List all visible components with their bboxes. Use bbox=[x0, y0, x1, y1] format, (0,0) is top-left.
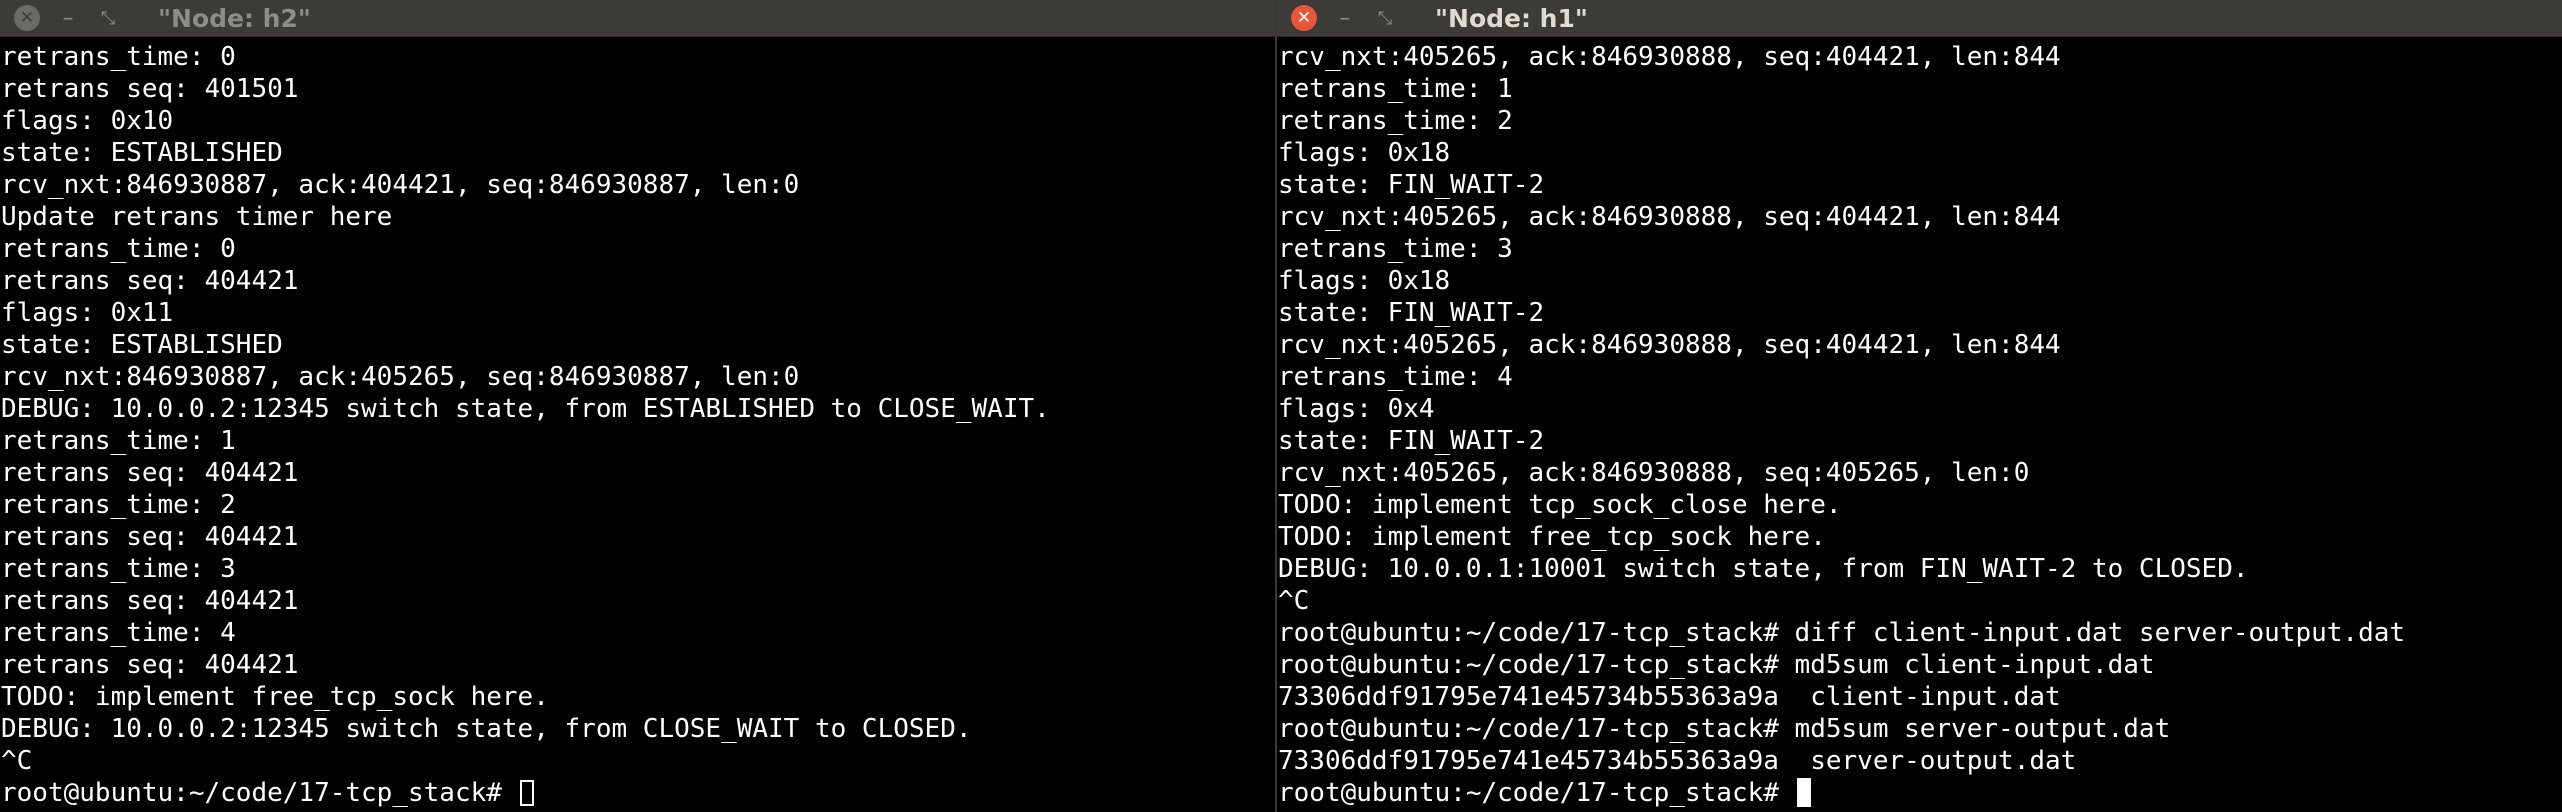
terminal-line: flags: 0x18 bbox=[1278, 138, 1451, 168]
terminal-line: retrans_time: 2 bbox=[1, 490, 236, 520]
terminal-line: Update retrans timer here bbox=[1, 202, 393, 232]
terminal-line: ^C bbox=[1, 746, 33, 776]
terminal-line: retrans seq: 404421 bbox=[1, 650, 299, 680]
terminal-line: ^C bbox=[1278, 586, 1310, 616]
terminal-line: retrans_time: 0 bbox=[1, 42, 236, 72]
terminal-line: rcv_nxt:846930887, ack:405265, seq:84693… bbox=[1, 362, 800, 392]
terminal-line: rcv_nxt:846930887, ack:404421, seq:84693… bbox=[1, 170, 800, 200]
terminal-line: state: FIN_WAIT-2 bbox=[1278, 170, 1545, 200]
prompt-line[interactable]: root@ubuntu:~/code/17-tcp_stack# bbox=[1278, 777, 2562, 809]
terminal-line: state: FIN_WAIT-2 bbox=[1278, 426, 1545, 456]
terminal-line: DEBUG: 10.0.0.1:10001 switch state, from… bbox=[1278, 554, 2249, 584]
terminal-line: flags: 0x18 bbox=[1278, 266, 1451, 296]
maximize-icon[interactable]: ⤡ bbox=[94, 4, 122, 32]
terminal-line: retrans seq: 404421 bbox=[1, 266, 299, 296]
shell-prompt: root@ubuntu:~/code/17-tcp_stack# bbox=[1278, 778, 1795, 808]
maximize-icon[interactable]: ⤡ bbox=[1371, 4, 1399, 32]
close-icon[interactable]: ✕ bbox=[1291, 5, 1317, 31]
terminal-line: flags: 0x10 bbox=[1, 106, 174, 136]
terminal-line: rcv_nxt:405265, ack:846930888, seq:40442… bbox=[1278, 330, 2061, 360]
terminal-window-h1[interactable]: ✕ – ⤡ "Node: h1" rcv_nxt:405265, ack:846… bbox=[1277, 0, 2562, 812]
text-cursor bbox=[519, 780, 534, 806]
terminal-window-h2[interactable]: ✕ – ⤡ "Node: h2" retrans_time: 0 retrans … bbox=[0, 0, 1275, 812]
terminal-line: DEBUG: 10.0.0.2:12345 switch state, from… bbox=[1, 394, 1050, 424]
terminal-line: rcv_nxt:405265, ack:846930888, seq:40442… bbox=[1278, 42, 2061, 72]
terminal-output[interactable]: rcv_nxt:405265, ack:846930888, seq:40442… bbox=[1277, 41, 2562, 812]
minimize-icon[interactable]: – bbox=[1331, 4, 1359, 32]
prompt-line[interactable]: root@ubuntu:~/code/17-tcp_stack# bbox=[1, 777, 1275, 809]
terminal-line: DEBUG: 10.0.0.2:12345 switch state, from… bbox=[1, 714, 972, 744]
terminal-line: TODO: implement tcp_sock_close here. bbox=[1278, 490, 1842, 520]
terminal-line: TODO: implement free_tcp_sock here. bbox=[1278, 522, 1826, 552]
close-icon[interactable]: ✕ bbox=[14, 5, 40, 31]
terminal-line: 73306ddf91795e741e45734b55363a9a client-… bbox=[1278, 682, 2061, 712]
terminal-line: retrans seq: 404421 bbox=[1, 458, 299, 488]
terminal-line: state: ESTABLISHED bbox=[1, 138, 283, 168]
desktop: ✕ – ⤡ "Node: h2" retrans_time: 0 retrans … bbox=[0, 0, 2562, 812]
terminal-line: flags: 0x11 bbox=[1, 298, 174, 328]
terminal-output[interactable]: retrans_time: 0 retrans seq: 401501 flags:… bbox=[0, 41, 1275, 812]
title-bar[interactable]: ✕ – ⤡ "Node: h1" bbox=[1277, 0, 2562, 37]
title-bar[interactable]: ✕ – ⤡ "Node: h2" bbox=[0, 0, 1275, 37]
terminal-line: retrans_time: 3 bbox=[1278, 234, 1513, 264]
terminal-line: retrans_time: 2 bbox=[1278, 106, 1513, 136]
terminal-line: root@ubuntu:~/code/17-tcp_stack# diff cl… bbox=[1278, 618, 2406, 648]
terminal-line: rcv_nxt:405265, ack:846930888, seq:40442… bbox=[1278, 202, 2061, 232]
terminal-line: retrans_time: 4 bbox=[1, 618, 236, 648]
terminal-line: state: ESTABLISHED bbox=[1, 330, 283, 360]
window-title: "Node: h2" bbox=[158, 3, 311, 33]
terminal-line: retrans seq: 401501 bbox=[1, 74, 299, 104]
terminal-line: retrans_time: 0 bbox=[1, 234, 236, 264]
terminal-line: retrans_time: 1 bbox=[1, 426, 236, 456]
terminal-line: retrans seq: 404421 bbox=[1, 586, 299, 616]
terminal-line: TODO: implement free_tcp_sock here. bbox=[1, 682, 549, 712]
terminal-line: state: FIN_WAIT-2 bbox=[1278, 298, 1545, 328]
terminal-line: 73306ddf91795e741e45734b55363a9a server-… bbox=[1278, 746, 2077, 776]
shell-prompt: root@ubuntu:~/code/17-tcp_stack# bbox=[1, 778, 518, 808]
terminal-line: retrans_time: 1 bbox=[1278, 74, 1513, 104]
terminal-line: root@ubuntu:~/code/17-tcp_stack# md5sum … bbox=[1278, 714, 2171, 744]
terminal-line: root@ubuntu:~/code/17-tcp_stack# md5sum … bbox=[1278, 650, 2155, 680]
terminal-line: retrans_time: 4 bbox=[1278, 362, 1513, 392]
window-title: "Node: h1" bbox=[1435, 3, 1588, 33]
terminal-line: flags: 0x4 bbox=[1278, 394, 1435, 424]
minimize-icon[interactable]: – bbox=[54, 4, 82, 32]
terminal-line: retrans_time: 3 bbox=[1, 554, 236, 584]
terminal-line: retrans seq: 404421 bbox=[1, 522, 299, 552]
text-cursor bbox=[1796, 778, 1811, 807]
terminal-line: rcv_nxt:405265, ack:846930888, seq:40526… bbox=[1278, 458, 2030, 488]
